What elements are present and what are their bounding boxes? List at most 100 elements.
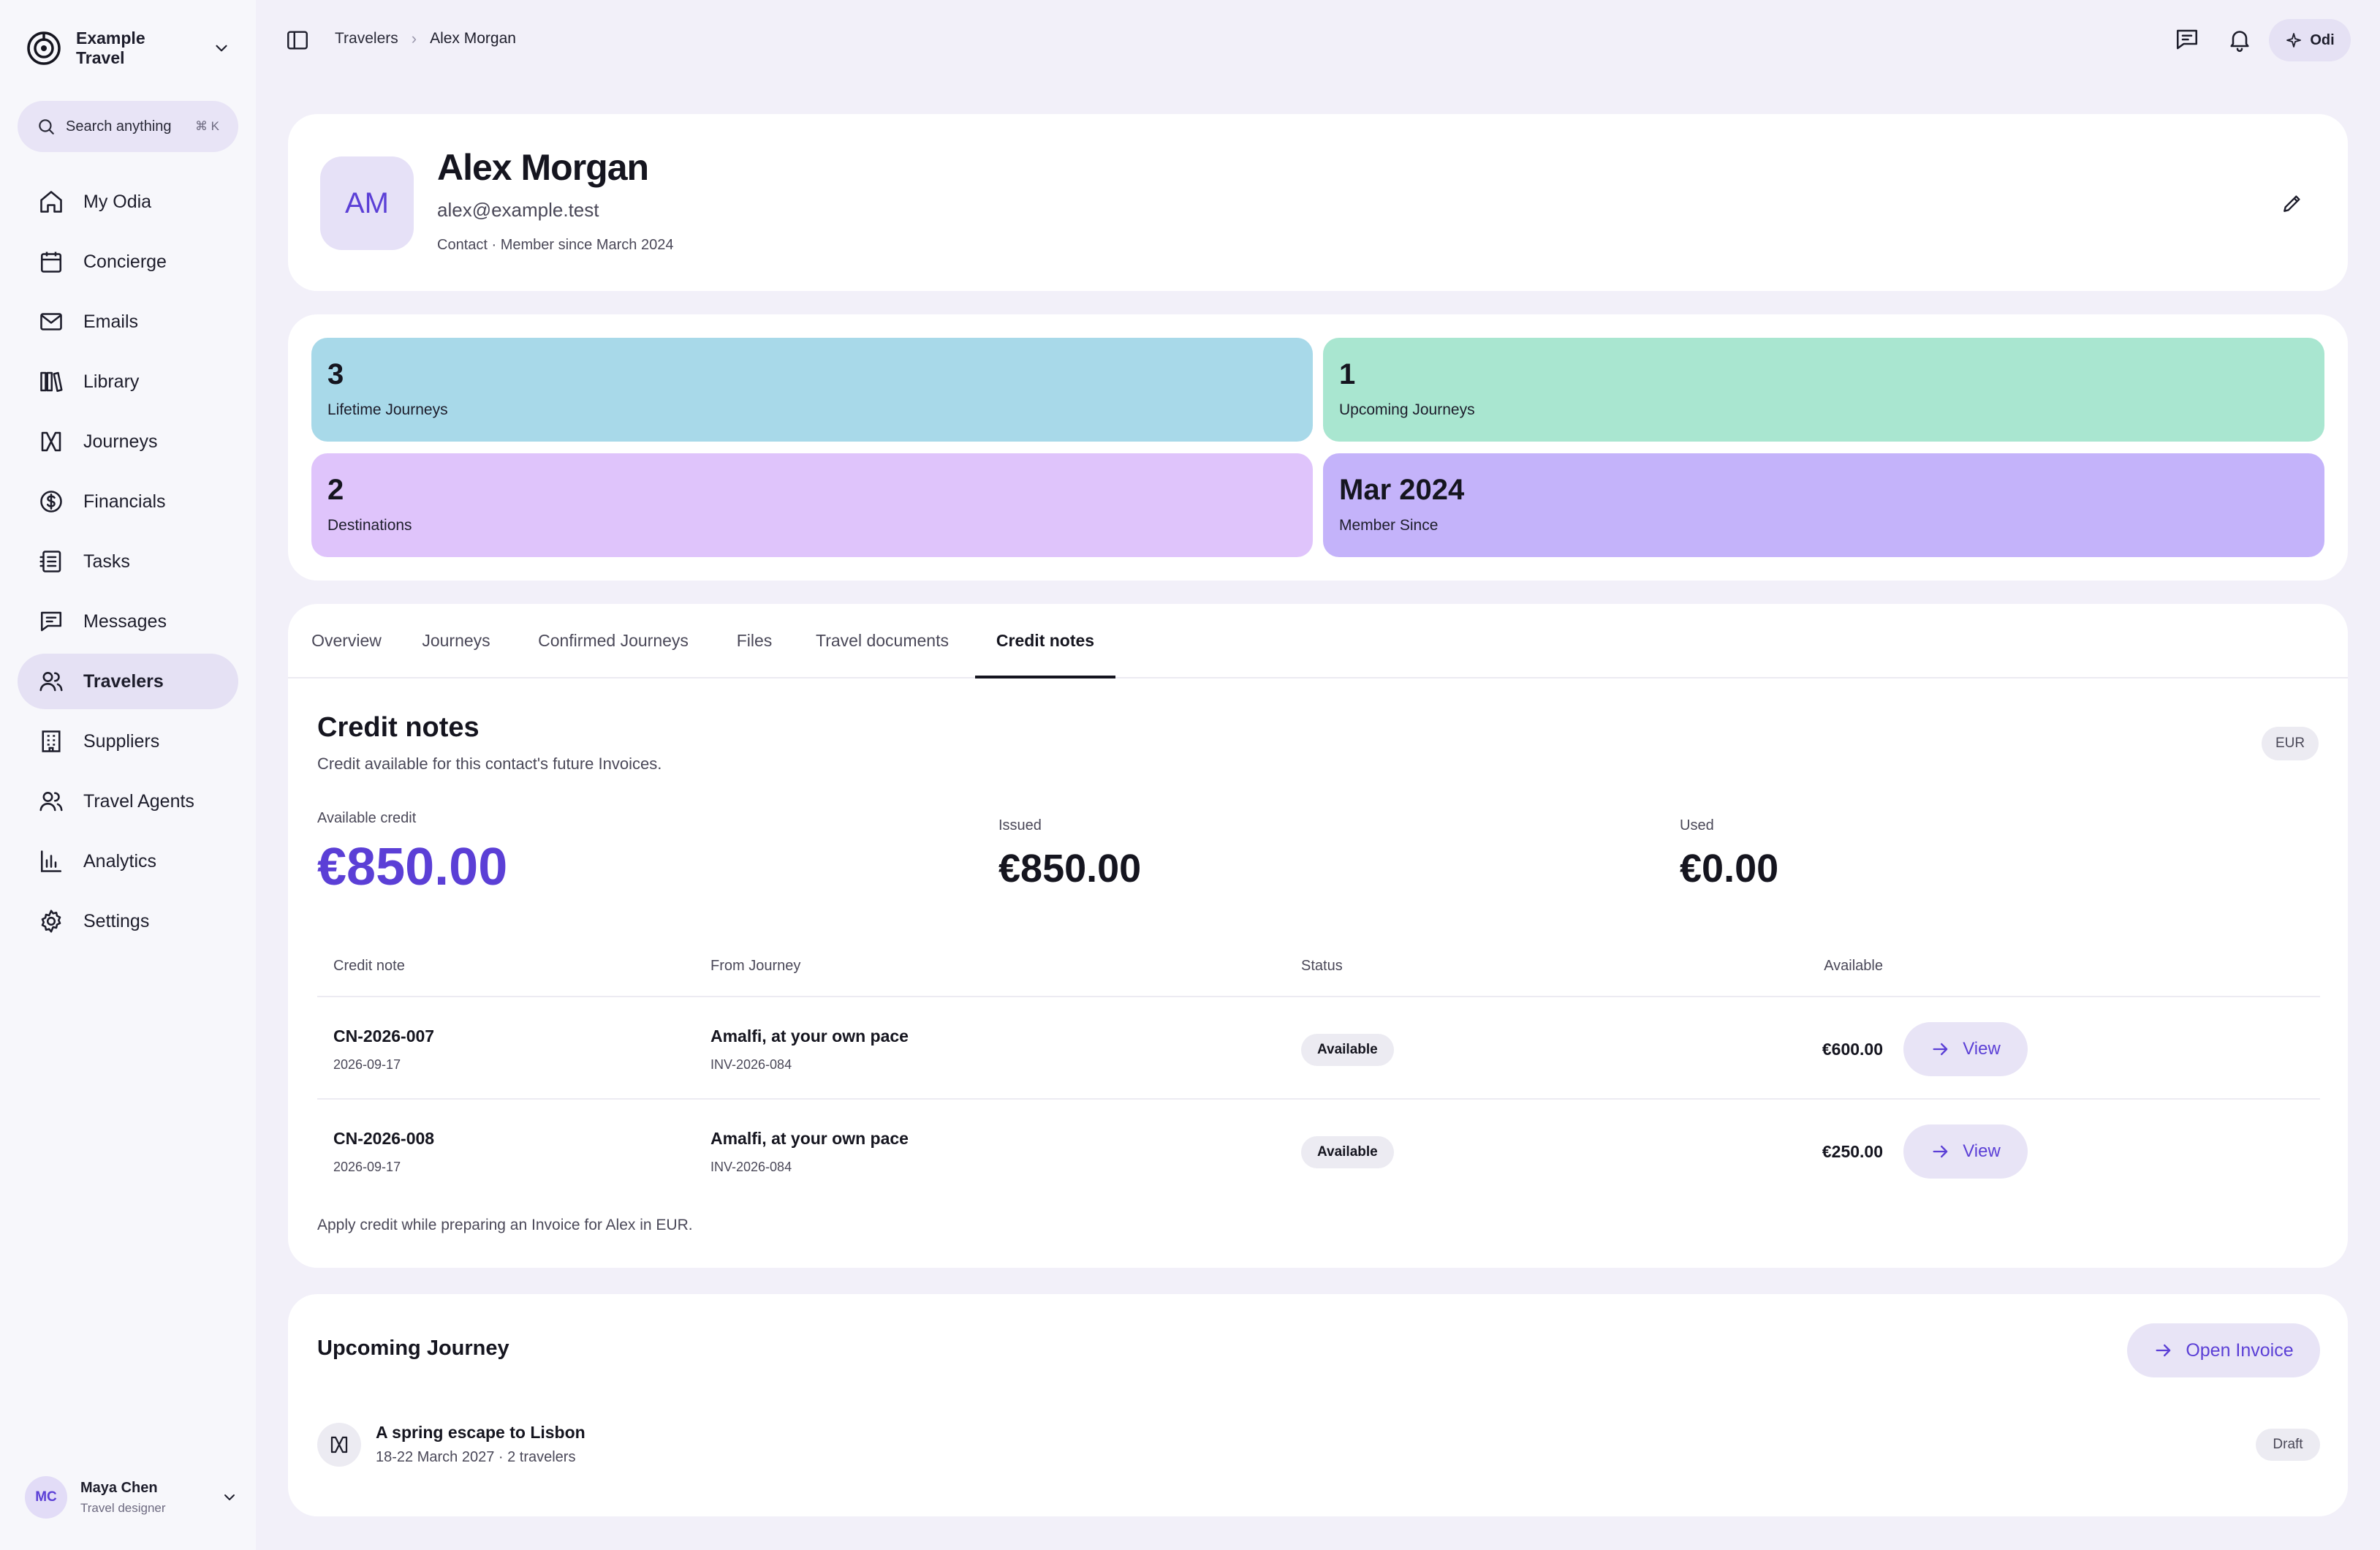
table-row: CN-2026-007 2026-09-17 Amalfi, at your o… xyxy=(317,997,2320,1100)
tab-confirmed-journeys[interactable]: Confirmed Journeys xyxy=(531,604,696,678)
stat-label: Lifetime Journeys xyxy=(327,401,448,418)
search-input[interactable]: Search anything ⌘ K xyxy=(18,101,238,152)
odi-label: Odi xyxy=(2310,31,2335,48)
sidebar-item-analytics[interactable]: Analytics xyxy=(18,833,238,889)
credit-note-date: 2026-09-17 xyxy=(333,1057,401,1072)
page-title: Alex Morgan xyxy=(437,147,649,188)
tab-travel-documents[interactable]: Travel documents xyxy=(811,604,953,678)
chat-icon[interactable] xyxy=(2174,26,2200,53)
topbar: Travelers › Alex Morgan Odi xyxy=(256,0,2380,82)
sidebar: Example Travel Search anything ⌘ K My Od… xyxy=(0,0,256,1550)
credit-footnote: Apply credit while preparing an Invoice … xyxy=(317,1217,693,1233)
credit-note-date: 2026-09-17 xyxy=(333,1160,401,1174)
currency-badge: EUR xyxy=(2262,727,2319,760)
credit-note-id: CN-2026-008 xyxy=(333,1129,435,1148)
sidebar-item-library[interactable]: Library xyxy=(18,354,238,409)
journey-name: Amalfi, at your own pace xyxy=(710,1027,909,1046)
journey-name: A spring escape to Lisbon xyxy=(376,1423,585,1442)
section-subtitle: Credit available for this contact's futu… xyxy=(317,755,662,773)
sidebar-item-suppliers[interactable]: Suppliers xyxy=(18,714,238,769)
chart-icon xyxy=(38,848,64,874)
message-icon xyxy=(38,608,64,635)
sidebar-item-financials[interactable]: Financials xyxy=(18,474,238,529)
sidebar-toggle-icon[interactable] xyxy=(285,28,310,53)
arrow-right-icon xyxy=(1930,1141,1951,1162)
status-badge: Available xyxy=(1301,1136,1394,1168)
sidebar-item-concierge[interactable]: Concierge xyxy=(18,234,238,290)
kpi-label: Available credit xyxy=(317,810,417,826)
avatar: MC xyxy=(25,1476,67,1519)
search-shortcut: ⌘ K xyxy=(194,119,219,133)
stat-label: Upcoming Journeys xyxy=(1339,401,1475,418)
sparkle-icon xyxy=(2285,31,2303,49)
user-name: Maya Chen xyxy=(80,1479,158,1496)
sidebar-item-label: Financials xyxy=(83,491,166,512)
table-row: CN-2026-008 2026-09-17 Amalfi, at your o… xyxy=(317,1100,2320,1202)
user-menu[interactable]: MC Maya Chen Travel designer xyxy=(25,1474,238,1521)
sidebar-item-label: Travelers xyxy=(83,670,164,692)
column-header-available: Available xyxy=(1824,958,1883,974)
breadcrumb-current: Alex Morgan xyxy=(430,30,516,47)
tab-journeys[interactable]: Journeys xyxy=(420,604,493,678)
breadcrumb-travelers[interactable]: Travelers xyxy=(335,30,398,48)
chevron-down-icon xyxy=(221,1489,238,1506)
breadcrumb-separator: › xyxy=(411,29,417,48)
section-title: Credit notes xyxy=(317,712,480,743)
sidebar-item-emails[interactable]: Emails xyxy=(18,294,238,349)
section-title: Upcoming Journey xyxy=(317,1337,509,1360)
sidebar-item-messages[interactable]: Messages xyxy=(18,594,238,649)
bell-icon[interactable] xyxy=(2226,26,2253,53)
user-role: Travel designer xyxy=(80,1500,166,1515)
arrow-right-icon xyxy=(1930,1039,1951,1059)
sidebar-item-my-odia[interactable]: My Odia xyxy=(18,174,238,230)
avatar: AM xyxy=(320,156,414,250)
tasks-icon xyxy=(38,548,64,575)
status-badge: Draft xyxy=(2256,1429,2320,1461)
journey-meta: 18-22 March 2027 · 2 travelers xyxy=(376,1449,576,1465)
credit-notes-card: Overview Journeys Confirmed Journeys Fil… xyxy=(288,604,2348,1268)
user-info: Maya Chen Travel designer xyxy=(80,1480,208,1516)
arrow-right-icon xyxy=(2153,1340,2174,1361)
kpi-value: €850.00 xyxy=(998,847,1142,891)
kpi-available-credit: Available credit €850.00 xyxy=(317,810,507,897)
column-header-credit-note: Credit note xyxy=(333,958,405,974)
sidebar-item-tasks[interactable]: Tasks xyxy=(18,534,238,589)
sidebar-item-label: Emails xyxy=(83,311,139,332)
view-button[interactable]: View xyxy=(1903,1022,2028,1076)
view-button[interactable]: View xyxy=(1903,1124,2028,1179)
odi-assistant-button[interactable]: Odi xyxy=(2269,19,2351,61)
stat-value: 1 xyxy=(1339,358,1356,390)
sidebar-item-settings[interactable]: Settings xyxy=(18,893,238,949)
sidebar-item-travel-agents[interactable]: Travel Agents xyxy=(18,774,238,829)
home-icon xyxy=(38,189,64,215)
sidebar-item-travelers[interactable]: Travelers xyxy=(18,654,238,709)
profile-meta: Contact · Member since March 2024 xyxy=(437,237,674,253)
invoice-number: INV-2026-084 xyxy=(710,1057,792,1072)
kpi-used: Used €0.00 xyxy=(1680,817,1778,891)
available-amount: €250.00 xyxy=(1822,1142,1883,1161)
users-icon xyxy=(38,668,64,695)
invoice-number: INV-2026-084 xyxy=(710,1160,792,1174)
stat-label: Destinations xyxy=(327,517,412,534)
mail-icon xyxy=(38,309,64,335)
open-invoice-label: Open Invoice xyxy=(2186,1339,2294,1361)
stat-value: 2 xyxy=(327,474,344,506)
workspace-switcher[interactable]: Example Travel xyxy=(26,26,231,70)
tab-credit-notes[interactable]: Credit notes xyxy=(975,604,1115,678)
stat-lifetime-journeys: 3 Lifetime Journeys xyxy=(311,338,1313,442)
user-icon xyxy=(38,788,64,814)
sidebar-item-label: Journeys xyxy=(83,431,158,452)
sidebar-item-label: Library xyxy=(83,371,140,392)
open-invoice-button[interactable]: Open Invoice xyxy=(2127,1323,2320,1377)
sidebar-item-journeys[interactable]: Journeys xyxy=(18,414,238,469)
edit-profile-button[interactable] xyxy=(2276,187,2308,219)
calendar-icon xyxy=(38,249,64,275)
available-amount: €600.00 xyxy=(1822,1040,1883,1059)
journey-list-item[interactable]: A spring escape to Lisbon 18-22 March 20… xyxy=(317,1418,2320,1470)
status-badge: Available xyxy=(1301,1034,1394,1066)
stat-value: Mar 2024 xyxy=(1339,474,1465,506)
kpi-value: €0.00 xyxy=(1680,847,1779,891)
tab-overview[interactable]: Overview xyxy=(310,604,383,678)
tab-files[interactable]: Files xyxy=(732,604,776,678)
column-header-status: Status xyxy=(1301,958,1343,974)
